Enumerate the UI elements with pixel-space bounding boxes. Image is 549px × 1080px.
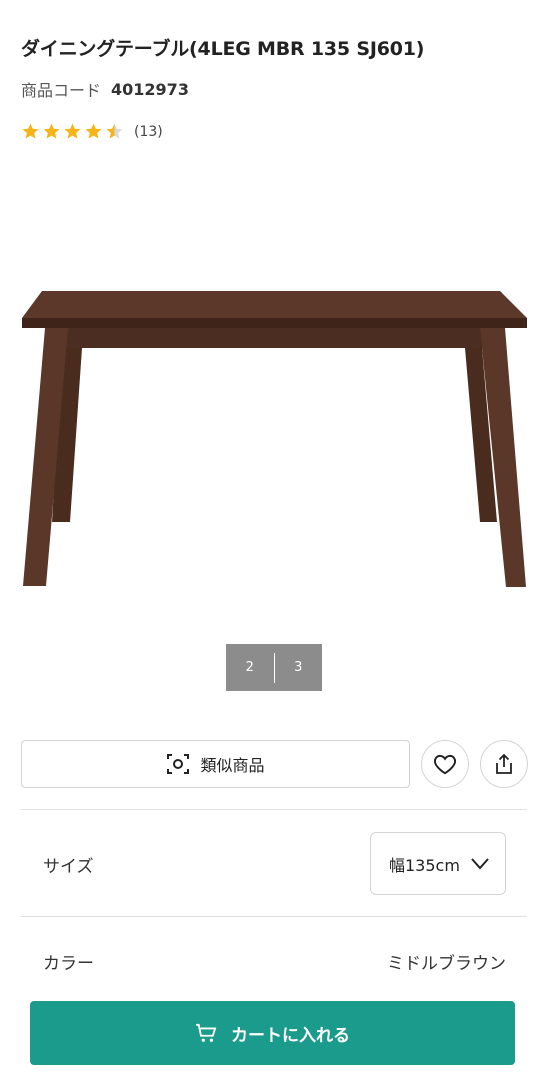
divider	[21, 809, 527, 810]
product-image[interactable]	[0, 160, 549, 630]
star-icon	[22, 123, 39, 139]
pager-item[interactable]: 2	[226, 660, 274, 675]
size-label: サイズ	[43, 857, 94, 877]
chevron-down-icon	[471, 857, 489, 870]
color-value: ミドルブラウン	[387, 954, 506, 974]
product-code-label: 商品コード	[21, 81, 102, 100]
color-label: カラー	[43, 954, 94, 974]
heart-icon	[434, 754, 456, 775]
scan-icon	[167, 754, 190, 774]
add-to-cart-button[interactable]: カートに入れる	[30, 1001, 515, 1065]
rating-count[interactable]: (13)	[134, 124, 163, 140]
cart-icon	[196, 1023, 217, 1042]
star-icon	[43, 123, 60, 139]
rating[interactable]: (13)	[21, 122, 163, 141]
product-code-value: 4012973	[111, 79, 189, 99]
star-icon	[64, 123, 81, 139]
share-icon	[496, 753, 512, 774]
star-half-icon	[106, 123, 123, 139]
divider	[21, 916, 527, 917]
pager-item[interactable]: 3	[275, 660, 323, 675]
size-value: 幅135cm	[389, 855, 460, 875]
similar-products-button[interactable]: 類似商品	[21, 740, 410, 788]
product-title: ダイニングテーブル(4LEG MBR 135 SJ601)	[21, 38, 425, 60]
product-code-row: 商品コード 4012973	[21, 77, 189, 101]
star-icon	[85, 123, 102, 139]
share-button[interactable]	[480, 740, 528, 788]
size-select[interactable]: 幅135cm	[370, 832, 506, 895]
add-to-cart-label: カートに入れる	[231, 1025, 350, 1046]
favorite-button[interactable]	[421, 740, 469, 788]
image-pager[interactable]: 2 3	[226, 644, 322, 691]
similar-products-label: 類似商品	[200, 756, 265, 775]
